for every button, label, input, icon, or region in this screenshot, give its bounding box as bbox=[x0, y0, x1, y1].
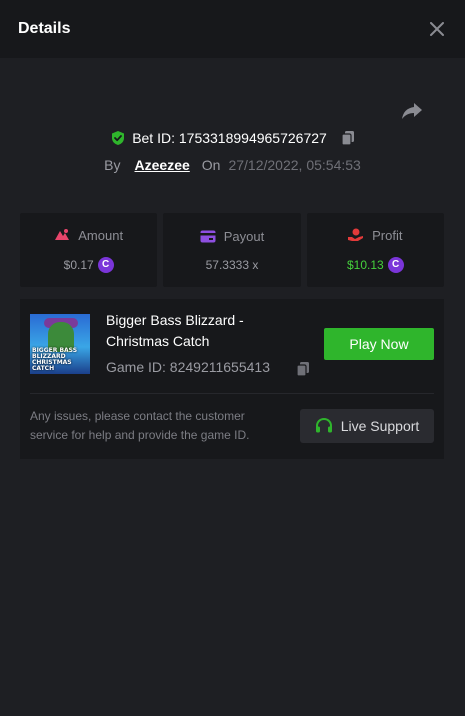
on-label: On bbox=[201, 157, 221, 173]
stat-payout-label-row: Payout bbox=[200, 229, 264, 244]
bet-datetime: 27/12/2022, 05:54:53 bbox=[228, 157, 361, 173]
stat-profit-value-row: $10.13 C bbox=[346, 256, 404, 273]
stat-amount-value-row: $0.17 C bbox=[63, 256, 114, 273]
details-header: Details bbox=[0, 0, 465, 58]
game-id-row: Game ID: 8249211655413 bbox=[106, 359, 309, 377]
bet-id-row: Bet ID: 1753318994965726727 bbox=[0, 130, 465, 146]
bet-id: Bet ID: 1753318994965726727 bbox=[132, 130, 327, 146]
stat-payout: Payout 57.3333 x bbox=[163, 213, 301, 287]
stat-profit: Profit $10.13 C bbox=[306, 213, 444, 287]
by-label: By bbox=[104, 157, 121, 173]
stat-amount-label-row: Amount bbox=[54, 228, 123, 243]
copy-bet-id-button[interactable] bbox=[341, 130, 355, 146]
card-divider bbox=[30, 393, 434, 394]
game-id: Game ID: 8249211655413 bbox=[106, 359, 270, 375]
stat-amount: Amount $0.17 C bbox=[20, 213, 158, 287]
copy-icon bbox=[341, 131, 354, 146]
stat-profit-value: $10.13 bbox=[346, 257, 384, 272]
live-support-label: Live Support bbox=[340, 418, 420, 434]
card-icon bbox=[200, 230, 216, 242]
amount-icon bbox=[55, 229, 70, 240]
game-thumbnail[interactable]: BIGGER BASS BLIZZARD CHRISTMAS CATCH bbox=[30, 314, 90, 374]
stat-payout-value-row: 57.3333 x bbox=[206, 258, 259, 272]
live-support-button[interactable]: Live Support bbox=[300, 409, 434, 443]
headset-icon bbox=[315, 417, 332, 433]
share-button[interactable] bbox=[401, 100, 423, 122]
play-now-button[interactable]: Play Now bbox=[324, 328, 434, 360]
copy-game-id-button[interactable] bbox=[296, 361, 310, 377]
username-link[interactable]: Azeezee bbox=[135, 157, 190, 173]
stat-profit-label-row: Profit bbox=[348, 228, 402, 243]
coin-icon: C bbox=[97, 256, 114, 273]
support-help-text: Any issues, please contact the customer … bbox=[30, 409, 250, 442]
copy-icon bbox=[296, 362, 309, 377]
shield-check-icon bbox=[112, 131, 125, 145]
coin-icon: C bbox=[387, 256, 404, 273]
bet-meta-row: By Azeezee On 27/12/2022, 05:54:53 bbox=[0, 157, 465, 173]
close-button[interactable] bbox=[427, 19, 447, 39]
page-title: Details bbox=[18, 20, 71, 37]
share-icon bbox=[402, 103, 422, 119]
stat-amount-value: $0.17 bbox=[63, 257, 94, 272]
game-card: BIGGER BASS BLIZZARD CHRISTMAS CATCH Big… bbox=[20, 299, 444, 459]
bet-stats: Amount $0.17 C Payout 57.3333 x Profit $… bbox=[20, 213, 444, 287]
hand-coin-icon bbox=[348, 228, 364, 241]
stat-payout-value: 57.3333 x bbox=[205, 257, 259, 272]
stat-amount-label: Amount bbox=[78, 227, 124, 243]
game-name: Bigger Bass Blizzard - Christmas Catch bbox=[106, 312, 244, 349]
close-icon bbox=[430, 22, 444, 36]
thumbnail-text: BIGGER BASS BLIZZARD CHRISTMAS CATCH bbox=[32, 347, 78, 372]
stat-payout-label: Payout bbox=[223, 228, 265, 244]
stat-profit-label: Profit bbox=[372, 227, 403, 243]
